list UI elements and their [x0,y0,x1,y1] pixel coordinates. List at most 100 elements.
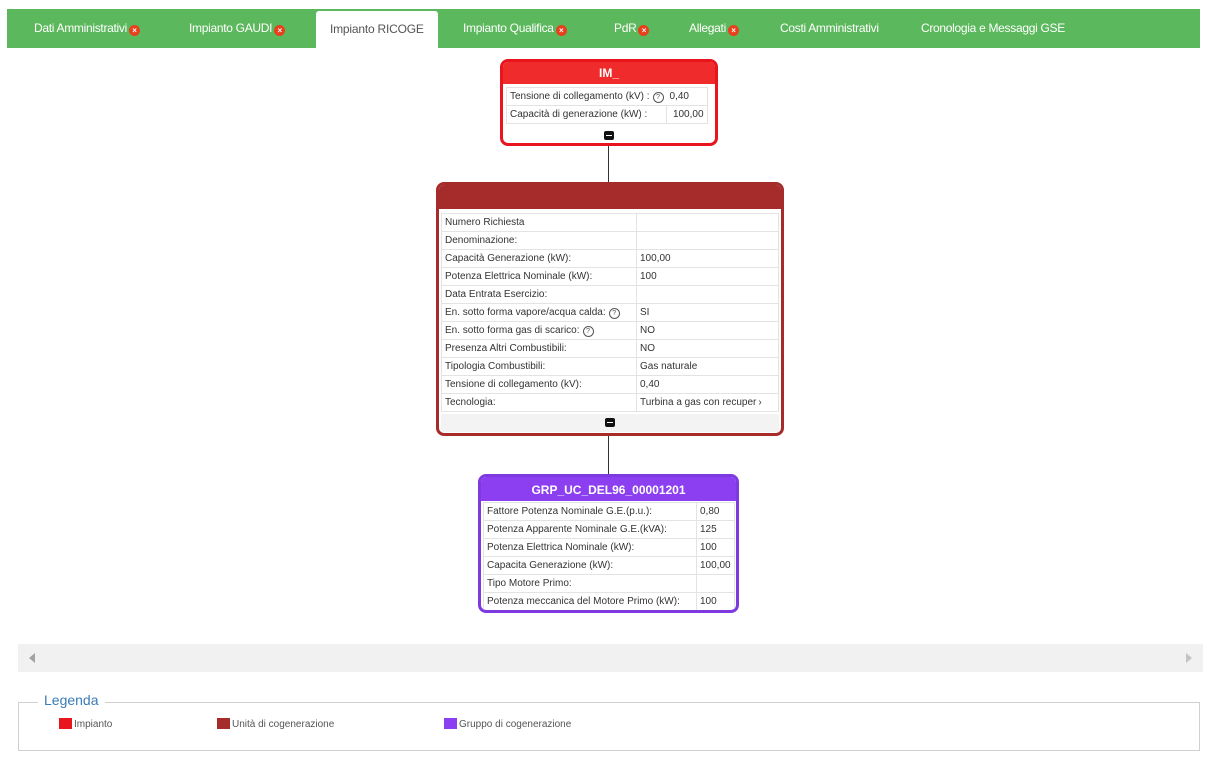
tab-costi-amministrativi[interactable]: Costi Amministrativi [780,9,879,48]
error-icon: × [727,25,739,36]
table-row: Tipologia Combustibili: Gas naturale [441,357,779,376]
tab-label: Impianto GAUDI [189,21,273,35]
legend-box [18,702,1200,751]
row-value: SI [636,303,779,322]
table-row: En. sotto forma gas di scarico:? NO [441,321,779,340]
scroll-right-icon[interactable] [1186,653,1192,663]
row-label: Numero Richiesta [441,213,637,232]
row-label: Capacita Generazione (kW): [483,556,697,575]
error-icon: × [128,25,140,36]
node-table: Tensione di collegamento (kV) :? 0,40 Ca… [505,87,708,124]
node-title: GRP_UC_DEL96_00001201 [481,477,736,501]
row-label: Data Entrata Esercizio: [441,285,637,304]
table-row: Capacità Generazione (kW): 100,00 [441,249,779,268]
row-value: 100,00 [636,249,779,268]
table-row: En. sotto forma vapore/acqua calda:? SI [441,303,779,322]
table-row: Numero Richiesta [441,213,779,232]
row-value [636,231,779,250]
help-icon[interactable]: ? [582,325,594,337]
row-value: 100,00 [696,556,735,575]
row-label: Tecnologia: [441,393,637,412]
row-label: Capacità Generazione (kW): [441,249,637,268]
table-row: Presenza Altri Combustibili: NO [441,339,779,358]
row-value: NO [636,339,779,358]
row-value: Gas naturale [636,357,779,376]
error-icon: × [274,25,286,36]
row-value: Turbina a gas con recuper › [636,393,779,412]
collapse-icon[interactable] [604,131,614,141]
help-icon[interactable]: ? [608,307,620,319]
row-value: 125 [696,520,735,539]
row-value [636,213,779,232]
row-value [636,285,779,304]
table-row: Potenza Apparente Nominale G.E.(kVA): 125 [483,520,735,539]
legend-item-unita: Unità di cogenerazione [217,718,334,730]
help-icon[interactable]: ? [652,91,664,103]
connector-line [608,146,609,183]
scroll-left-icon[interactable] [29,653,35,663]
row-label: Tipologia Combustibili: [441,357,637,376]
tab-label: Impianto RICOGE [330,22,424,36]
legend-swatch [217,718,230,729]
tab-label: Dati Amministrativi [34,21,127,35]
legend-item-gruppo: Gruppo di cogenerazione [444,718,571,730]
legend-swatch [59,718,72,729]
row-label: Tensione di collegamento (kV) :? [505,87,667,106]
node-impianto[interactable]: IM_ Tensione di collegamento (kV) :? 0,4… [500,59,718,146]
tab-label: Allegati [689,21,726,35]
legend-title: Legenda [38,692,105,708]
row-value: 100 [696,538,735,557]
tab-label: Impianto Qualifica [463,21,554,35]
table-row: Potenza Elettrica Nominale (kW): 100 [483,538,735,557]
table-row: Fattore Potenza Nominale G.E.(p.u.): 0,80 [483,502,735,521]
row-label: Potenza Elettrica Nominale (kW): [483,538,697,557]
row-label: Presenza Altri Combustibili: [441,339,637,358]
table-row: Tensione di collegamento (kV): 0,40 [441,375,779,394]
node-table: Fattore Potenza Nominale G.E.(p.u.): 0,80… [483,502,735,610]
connector-line [608,436,609,475]
row-value: 100,00 [666,105,708,124]
tab-label: PdR [614,21,637,35]
table-row: Capacita Generazione (kW): 100,00 [483,556,735,575]
error-icon: × [555,25,567,36]
legend-swatch [444,718,457,729]
row-value: 100 [636,267,779,286]
row-value: NO [636,321,779,340]
tab-label: Costi Amministrativi [780,21,879,35]
row-label: Capacità di generazione (kW) : [505,105,668,124]
error-icon: × [638,25,650,36]
row-label: Tensione di collegamento (kV): [441,375,637,394]
row-value: 100 [696,592,735,610]
tab-impianto-gaudi[interactable]: Impianto GAUDI × [189,9,286,48]
node-title: IM_ [503,62,715,84]
tab-impianto-ricoge[interactable]: Impianto RICOGE [316,11,438,52]
node-unita-cogenerazione[interactable]: Numero Richiesta Denominazione: Capacità… [436,182,784,436]
horizontal-scrollbar[interactable] [18,644,1203,672]
tab-cronologia-messaggi[interactable]: Cronologia e Messaggi GSE [921,9,1065,48]
tab-bar: Dati Amministrativi × Impianto GAUDI × Imp… [7,9,1200,52]
tab-impianto-qualifica[interactable]: Impianto Qualifica × [463,9,567,48]
legend-item-impianto: Impianto [59,718,112,730]
row-label: Potenza Elettrica Nominale (kW): [441,267,637,286]
row-value: 0,40 [636,375,779,394]
table-row: Data Entrata Esercizio: [441,285,779,304]
tab-label: Cronologia e Messaggi GSE [921,21,1065,35]
row-value [696,574,735,593]
row-label: Denominazione: [441,231,637,250]
row-label: En. sotto forma vapore/acqua calda:? [441,303,637,322]
row-label: Potenza meccanica del Motore Primo (kW): [483,592,697,610]
tab-allegati[interactable]: Allegati × [689,9,739,48]
node-gruppo-cogenerazione[interactable]: GRP_UC_DEL96_00001201 Fattore Potenza No… [478,474,739,613]
row-label: Tipo Motore Primo: [483,574,697,593]
table-row: Potenza meccanica del Motore Primo (kW):… [483,592,735,610]
table-row: Capacità di generazione (kW) : 100,00 [505,105,708,124]
table-row: Potenza Elettrica Nominale (kW): 100 [441,267,779,286]
chevron-right-icon[interactable]: › [758,397,761,408]
tab-pdr[interactable]: PdR × [614,9,650,48]
table-row: Tipo Motore Primo: [483,574,735,593]
table-row: Denominazione: [441,231,779,250]
tab-dati-amministrativi[interactable]: Dati Amministrativi × [34,9,140,48]
row-value: 0,40 [666,87,708,106]
table-row: Tecnologia: Turbina a gas con recuper › [441,393,779,412]
collapse-icon[interactable] [605,418,615,428]
